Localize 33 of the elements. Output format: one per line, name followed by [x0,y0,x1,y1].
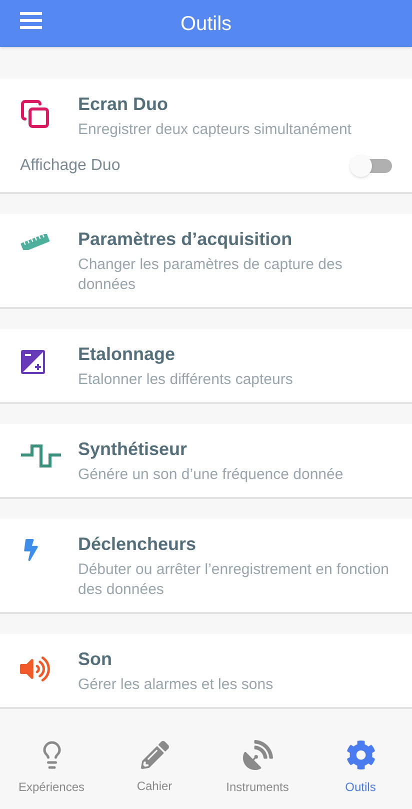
tool-title: Ecran Duo [78,93,170,116]
tool-description: Etalonner les différents capteurs [78,370,293,390]
tool-description: Gérer les alarmes et les sons [78,675,274,695]
tool-description: Génére un son d’une fréquence donnée [78,465,344,485]
copy-icon [20,99,50,129]
tab[interactable]: Outils [309,740,412,796]
pencil-icon [140,741,168,769]
tool-card[interactable]: Etalonnage Etalonner les différents capteurs [0,329,412,404]
tab[interactable]: Expériences [0,740,103,796]
tool-title: Déclencheurs [78,533,198,556]
tool-description: Changer les paramètres de capture des données [78,255,344,295]
tool-description: Débuter ou arrêter l’enregistrement en fonction des données [78,560,390,600]
tool-card[interactable]: Déclencheurs Débuter ou arrêter l’enregistrement en fonction des données [0,519,412,614]
tool-title: Etalonnage [78,343,176,366]
tool-card[interactable]: Ecran Duo Enregistrer deux capteurs simultanément Affichage Duo [0,79,412,194]
speaker-icon [20,654,50,684]
tool-title: Son [78,648,113,671]
tool-description: Enregistrer deux capteurs simultanément [78,120,352,140]
menu-button[interactable] [18,10,44,31]
tool-card[interactable]: Synthétiseur Génére un son d’une fréquence donnée [0,424,412,499]
ruler-icon [20,234,50,250]
tab[interactable]: Cahier [103,741,206,795]
square-wave-icon [20,444,62,468]
calibration-icon [20,349,46,375]
tool-card[interactable]: Paramètres d’acquisition Changer les paramètres de capture des données [0,214,412,309]
tool-card[interactable]: Son Gérer les alarmes et les sons [0,634,412,709]
satellite-dish-icon [242,740,272,770]
page-title: Outils [180,12,232,36]
toggle-label: Affichage Duo [20,156,120,176]
settings-icon [346,740,376,770]
tab[interactable]: Instruments [206,740,309,796]
tool-title: Synthétiseur [78,438,188,461]
tool-title: Paramètres d’acquisition [78,228,294,251]
